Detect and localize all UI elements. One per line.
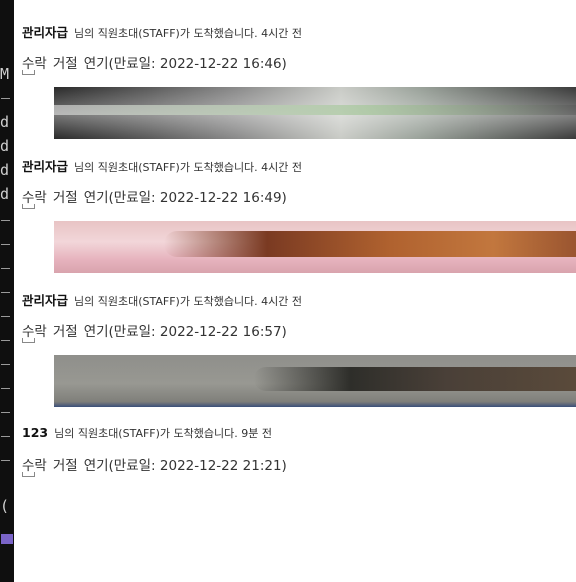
reject-button[interactable]: 거절 xyxy=(53,458,78,474)
invitation-notice: 123 님의 직원초대(STAFF)가 도착했습니다. 9분 전 xyxy=(22,425,576,445)
invitation-actions: 수락 거절 연기(만료일: 2022-12-22 16:57) xyxy=(22,320,576,343)
strip-dash xyxy=(1,388,10,389)
invitation-notice: 관리자급 님의 직원초대(STAFF)가 도착했습니다. 4시간 전 xyxy=(22,290,576,310)
invitation-thumbnail xyxy=(54,355,576,407)
strip-glyph: ( xyxy=(0,497,10,515)
background-window-strip: M d d d d ( xyxy=(0,0,14,582)
invitation-notice: 관리자급 님의 직원초대(STAFF)가 도착했습니다. 4시간 전 xyxy=(22,156,576,176)
invitation-thumbnail xyxy=(54,221,576,273)
invitation-actions: 수락 거절 연기(만료일: 2022-12-22 21:21) xyxy=(22,454,576,477)
strip-glyph: M xyxy=(0,65,10,83)
sender-name: 123 xyxy=(22,425,49,440)
checkbox-marker xyxy=(22,338,35,343)
strip-dash xyxy=(1,364,10,365)
strip-glyph: d xyxy=(0,113,10,131)
strip-dash xyxy=(1,436,10,437)
strip-dash xyxy=(1,412,10,413)
reject-button[interactable]: 거절 xyxy=(53,190,78,206)
strip-color-block xyxy=(1,534,13,544)
sender-name: 관리자급 xyxy=(22,159,69,174)
invitation-thumbnail xyxy=(54,87,576,139)
notice-message: 님의 직원초대(STAFF)가 도착했습니다. 4시간 전 xyxy=(74,27,303,40)
checkbox-marker xyxy=(22,472,35,477)
postpone-button[interactable]: 연기(만료일: 2022-12-22 16:49) xyxy=(84,190,287,206)
sender-name: 관리자급 xyxy=(22,25,69,40)
strip-dash xyxy=(1,268,10,269)
strip-dash xyxy=(1,220,10,221)
checkbox-marker xyxy=(22,204,35,209)
postpone-button[interactable]: 연기(만료일: 2022-12-22 16:46) xyxy=(84,56,287,72)
invitation-actions: 수락 거절 연기(만료일: 2022-12-22 16:46) xyxy=(22,52,576,75)
strip-dash xyxy=(1,244,10,245)
notice-message: 님의 직원초대(STAFF)가 도착했습니다. 9분 전 xyxy=(54,427,272,440)
strip-dash xyxy=(1,292,10,293)
strip-glyph: d xyxy=(0,137,10,155)
invitation-actions: 수락 거절 연기(만료일: 2022-12-22 16:49) xyxy=(22,186,576,209)
strip-dash xyxy=(1,98,10,99)
checkbox-marker xyxy=(22,70,35,75)
strip-glyph: d xyxy=(0,185,10,203)
strip-dash xyxy=(1,340,10,341)
reject-button[interactable]: 거절 xyxy=(53,324,78,340)
postpone-button[interactable]: 연기(만료일: 2022-12-22 16:57) xyxy=(84,324,287,340)
reject-button[interactable]: 거절 xyxy=(53,56,78,72)
strip-dash xyxy=(1,460,10,461)
notice-message: 님의 직원초대(STAFF)가 도착했습니다. 4시간 전 xyxy=(74,295,303,308)
notice-message: 님의 직원초대(STAFF)가 도착했습니다. 4시간 전 xyxy=(74,161,303,174)
strip-glyph: d xyxy=(0,161,10,179)
postpone-button[interactable]: 연기(만료일: 2022-12-22 21:21) xyxy=(84,458,287,474)
strip-dash xyxy=(1,316,10,317)
invitation-notice: 관리자급 님의 직원초대(STAFF)가 도착했습니다. 4시간 전 xyxy=(22,22,576,42)
sender-name: 관리자급 xyxy=(22,293,69,308)
